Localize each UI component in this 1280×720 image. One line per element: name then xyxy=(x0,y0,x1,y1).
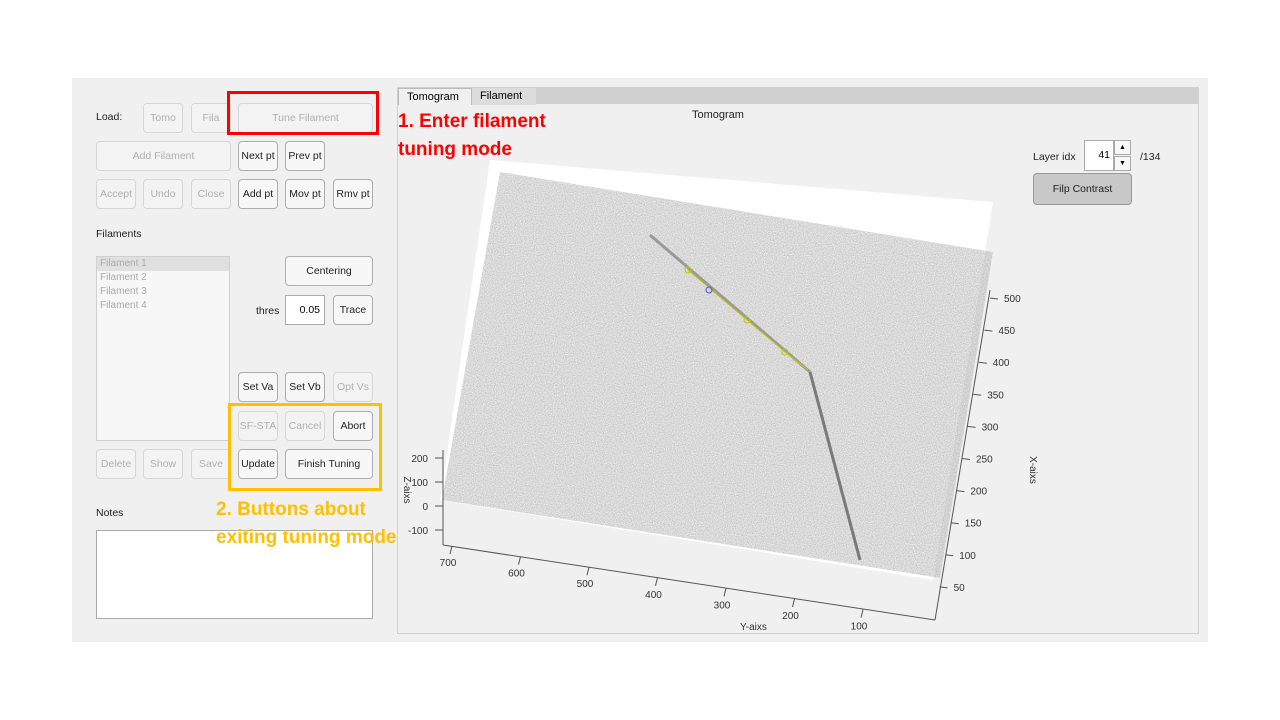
x-tick-label: 450 xyxy=(998,326,1015,337)
y-axis-label: Y-aixs xyxy=(740,622,767,633)
y-tick xyxy=(586,567,590,576)
x-axis-label: X-aixs xyxy=(1027,456,1038,484)
y-tick xyxy=(860,609,864,618)
z-tick-label: 100 xyxy=(411,478,428,489)
x-tick xyxy=(989,297,999,300)
x-tick-label: 100 xyxy=(959,551,976,562)
y-tick-label: 400 xyxy=(645,590,662,601)
tomogram-3d-plot[interactable]: 700 600 500 400 300 200 100 500 450 400 350 300 250 2… xyxy=(0,0,1280,720)
x-tick xyxy=(978,361,987,364)
x-tick-label: 400 xyxy=(993,358,1010,369)
y-tick-label: 100 xyxy=(851,622,868,633)
x-tick xyxy=(973,393,982,396)
y-tick-label: 600 xyxy=(508,569,525,580)
y-tick-label: 300 xyxy=(714,600,731,611)
y-tick xyxy=(518,556,521,565)
highlight-box-tune xyxy=(227,91,379,135)
x-tick xyxy=(956,490,965,493)
x-tick-label: 150 xyxy=(965,519,982,530)
y-tick-label: 700 xyxy=(440,558,457,569)
annotation-2: 2. Buttons about exiting tuning mode xyxy=(216,499,397,548)
y-tick xyxy=(655,577,658,586)
y-tick-label: 500 xyxy=(577,579,594,590)
y-tick-label: 200 xyxy=(782,611,799,622)
x-tick-label: 50 xyxy=(954,583,966,594)
highlight-box-exit xyxy=(228,403,382,491)
x-tick xyxy=(967,425,976,428)
annotation-1: 1. Enter filament tuning mode xyxy=(398,111,546,160)
x-tick-label: 250 xyxy=(976,455,993,466)
y-tick xyxy=(449,545,453,555)
x-tick xyxy=(961,458,971,460)
x-tick xyxy=(984,329,993,332)
x-tick-label: 200 xyxy=(970,487,987,498)
y-tick xyxy=(723,588,727,597)
x-tick-label: 300 xyxy=(982,422,999,433)
y-tick xyxy=(792,598,795,608)
x-tick xyxy=(945,554,954,557)
x-tick-label: 500 xyxy=(1004,294,1021,305)
x-tick xyxy=(950,522,959,525)
z-tick-label: 200 xyxy=(411,454,428,465)
x-tick-label: 350 xyxy=(987,390,1004,401)
